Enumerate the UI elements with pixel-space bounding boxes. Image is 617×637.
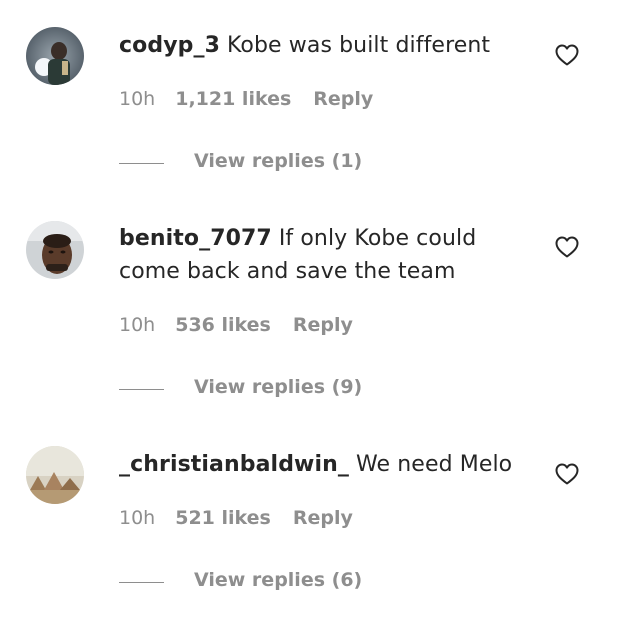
avatar[interactable] — [26, 221, 84, 279]
comment-meta: 10h 1,121 likes Reply — [119, 88, 373, 110]
view-replies-label: View replies (1) — [194, 150, 363, 172]
comment-time: 10h — [119, 507, 156, 529]
avatar[interactable] — [26, 27, 84, 85]
heart-outline-icon[interactable] — [555, 463, 579, 485]
replies-divider-line — [119, 389, 164, 390]
comment-text: We need Melo — [355, 452, 513, 477]
view-replies-label: View replies (9) — [194, 376, 363, 398]
username-link[interactable]: _christianbaldwin_ — [119, 452, 349, 477]
avatar-image — [26, 446, 84, 504]
comment-body: benito_7077 If only Kobe could come back … — [119, 222, 529, 288]
comment-meta: 10h 521 likes Reply — [119, 507, 353, 529]
username-link[interactable]: benito_7077 — [119, 226, 272, 251]
comment-body: _christianbaldwin_ We need Melo — [119, 448, 529, 481]
comment-meta: 10h 536 likes Reply — [119, 314, 353, 336]
comment-body: codyp_3 Kobe was built different — [119, 29, 529, 62]
reply-button[interactable]: Reply — [293, 507, 353, 529]
likes-count[interactable]: 536 likes — [175, 314, 271, 336]
comment-text: Kobe was built different — [227, 33, 491, 58]
comment-time: 10h — [119, 88, 156, 110]
heart-outline-icon[interactable] — [555, 236, 579, 258]
replies-divider-line — [119, 582, 164, 583]
reply-button[interactable]: Reply — [313, 88, 373, 110]
reply-button[interactable]: Reply — [293, 314, 353, 336]
replies-divider-line — [119, 163, 164, 164]
comment-time: 10h — [119, 314, 156, 336]
likes-count[interactable]: 1,121 likes — [175, 88, 291, 110]
avatar[interactable] — [26, 446, 84, 504]
view-replies-label: View replies (6) — [194, 569, 363, 591]
avatar-image — [26, 221, 84, 279]
avatar-image — [26, 27, 84, 85]
comments-page: { "comments": [ { "username": "codyp_3",… — [0, 0, 617, 637]
heart-outline-icon[interactable] — [555, 44, 579, 66]
username-link[interactable]: codyp_3 — [119, 33, 220, 58]
likes-count[interactable]: 521 likes — [175, 507, 271, 529]
